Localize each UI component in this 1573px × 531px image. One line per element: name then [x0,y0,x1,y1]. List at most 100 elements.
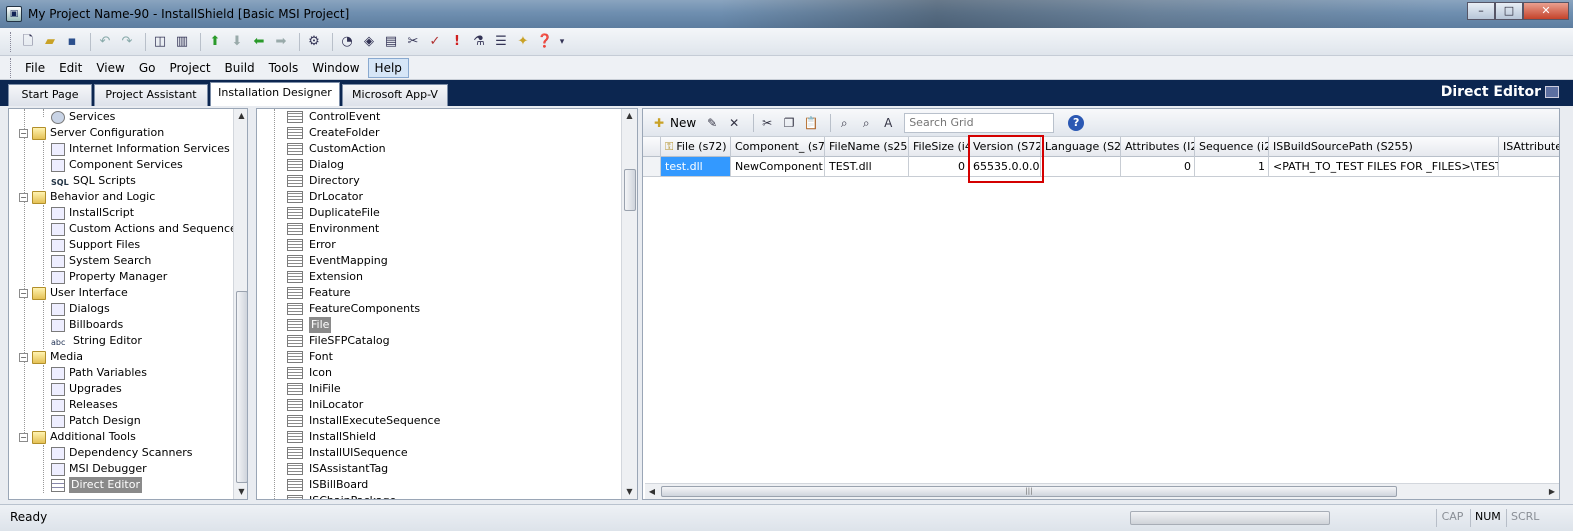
dim-icon[interactable]: ⚗ [470,33,488,51]
grid-horizontal-scrollbar[interactable]: ◀ ||| ▶ [645,483,1559,499]
command-icon[interactable]: ☰ [492,33,510,51]
list-item[interactable]: Extension [287,269,363,285]
move-right-icon[interactable]: ➡ [272,33,290,51]
tree-item[interactable]: Billboards [51,317,123,333]
grid-cell[interactable]: 65535.0.0.0 [969,157,1041,176]
save-icon[interactable]: ▪ [63,33,81,51]
help-icon[interactable]: ❓ [536,33,554,51]
find-icon[interactable]: ⌕ [836,115,852,131]
build-icon[interactable]: ◔ [338,33,356,51]
column-header[interactable]: ISAttributes [1499,137,1559,157]
list-item[interactable]: InstallExecuteSequence [287,413,440,429]
list-item[interactable]: Font [287,349,333,365]
list-item[interactable]: File [287,317,332,333]
menubar-grip[interactable] [10,57,13,78]
grid-cell[interactable]: 0 [909,157,969,176]
column-header[interactable]: ⚿ File (s72) [661,137,731,157]
tree-item[interactable]: − Server Configuration [19,125,164,141]
tree-expander-icon[interactable]: − [19,192,28,202]
list-item[interactable]: CustomAction [287,141,386,157]
column-header[interactable]: FileSize (i4) [909,137,969,157]
grid-cell[interactable]: NewComponent1 [731,157,825,176]
list-item[interactable]: ISBillBoard [287,477,368,493]
tree-item[interactable]: Patch Design [51,413,141,429]
tree-item[interactable]: Property Manager [51,269,167,285]
cut-icon[interactable]: ✂ [759,115,775,131]
move-up-icon[interactable]: ⬆ [206,33,224,51]
clean-icon[interactable]: ✂ [404,33,422,51]
tree-item[interactable]: Dependency Scanners [51,445,192,461]
tree-item[interactable]: MSI Debugger [51,461,147,477]
tree-expander-icon[interactable]: − [19,288,28,298]
tree-scroll-thumb[interactable] [236,291,247,483]
tree-vertical-scrollbar[interactable]: ▲ ▼ [233,109,247,499]
tables-scroll-thumb[interactable] [624,169,636,211]
menu-edit[interactable]: Edit [53,59,88,77]
grid-help-icon[interactable]: ? [1068,114,1085,131]
grid-cell[interactable]: <PATH_TO_TEST FILES FOR _FILES>\TEST.dll [1269,157,1499,176]
tree-expander-icon[interactable]: − [19,128,28,138]
list-item[interactable]: DrLocator [287,189,363,205]
tree-item[interactable]: − User Interface [19,285,128,301]
grid-cell[interactable] [1499,157,1559,176]
list-item[interactable]: FeatureComponents [287,301,420,317]
move-left-icon[interactable]: ⬅ [250,33,268,51]
setup-icon[interactable]: ▤ [382,33,400,51]
tree-item[interactable]: Direct Editor [51,477,142,493]
tree-expander-icon[interactable]: − [19,432,28,442]
new-file-icon[interactable]: 🗋 [19,33,37,51]
grid-scroll-thumb[interactable]: ||| [661,486,1397,497]
list-item[interactable]: InstallShield [287,429,376,445]
scroll-right-arrow-icon[interactable]: ▶ [1545,484,1559,499]
menu-build[interactable]: Build [219,59,261,77]
grid-cell[interactable]: 0 [1121,157,1195,176]
installshield-app-icon[interactable]: ▣ [6,6,22,22]
tree-item[interactable]: abc String Editor [51,333,142,349]
menu-window[interactable]: Window [306,59,365,77]
tree-item[interactable]: Upgrades [51,381,122,397]
tree-item[interactable]: Releases [51,397,118,413]
maximize-button[interactable]: □ [1495,2,1523,20]
tab-project-assistant[interactable]: Project Assistant [94,84,208,106]
column-header[interactable]: Component_ (s72) [731,137,825,157]
grid-cell[interactable]: 1 [1195,157,1269,176]
redo-icon[interactable]: ↷ [118,33,136,51]
layout-panel-icon[interactable]: ◫ [151,33,169,51]
replace-icon[interactable]: A [880,115,896,131]
column-header[interactable]: Language (S20) [1041,137,1121,157]
tree-item[interactable]: Component Services [51,157,183,173]
tree-item[interactable]: SQL SQL Scripts [51,173,136,189]
list-item[interactable]: ControlEvent [287,109,380,125]
scroll-down-arrow-icon[interactable]: ▼ [622,485,637,499]
menu-view[interactable]: View [90,59,130,77]
edit-row-icon[interactable]: ✎ [704,115,720,131]
list-item[interactable]: Icon [287,365,332,381]
menu-project[interactable]: Project [163,59,216,77]
list-item[interactable]: InstallUISequence [287,445,408,461]
tree-item[interactable]: Services [51,109,115,125]
menu-file[interactable]: File [19,59,51,77]
tables-list[interactable]: ControlEvent CreateFolder CustomAction Dial… [256,108,638,500]
list-item[interactable]: IniLocator [287,397,363,413]
column-header[interactable]: ISBuildSourcePath (S255) [1269,137,1499,157]
tab-microsoft-app-v[interactable]: Microsoft App-V [342,84,448,106]
list-item[interactable]: Directory [287,173,360,189]
new-row-button[interactable]: ✚ New [651,115,696,131]
column-header[interactable]: Sequence (i2) [1195,137,1269,157]
tree-item[interactable]: Internet Information Services [51,141,230,157]
wizard-icon[interactable]: ✦ [514,33,532,51]
toolbar-overflow-icon[interactable]: ▾ [558,33,566,51]
tree-item[interactable]: − Behavior and Logic [19,189,155,205]
list-item[interactable]: ISAssistantTag [287,461,388,477]
find-next-icon[interactable]: ⌕ [858,115,874,131]
list-item[interactable]: FileSFPCatalog [287,333,390,349]
list-item[interactable]: Feature [287,285,351,301]
tree-item[interactable]: InstallScript [51,205,134,221]
validate-icon[interactable]: ✓ [426,33,444,51]
tree-item[interactable]: Support Files [51,237,140,253]
tree-item[interactable]: Path Variables [51,365,147,381]
tree-expander-icon[interactable]: − [19,352,28,362]
menu-tools[interactable]: Tools [263,59,305,77]
list-item[interactable]: CreateFolder [287,125,380,141]
tree-item[interactable]: − Media [19,349,83,365]
